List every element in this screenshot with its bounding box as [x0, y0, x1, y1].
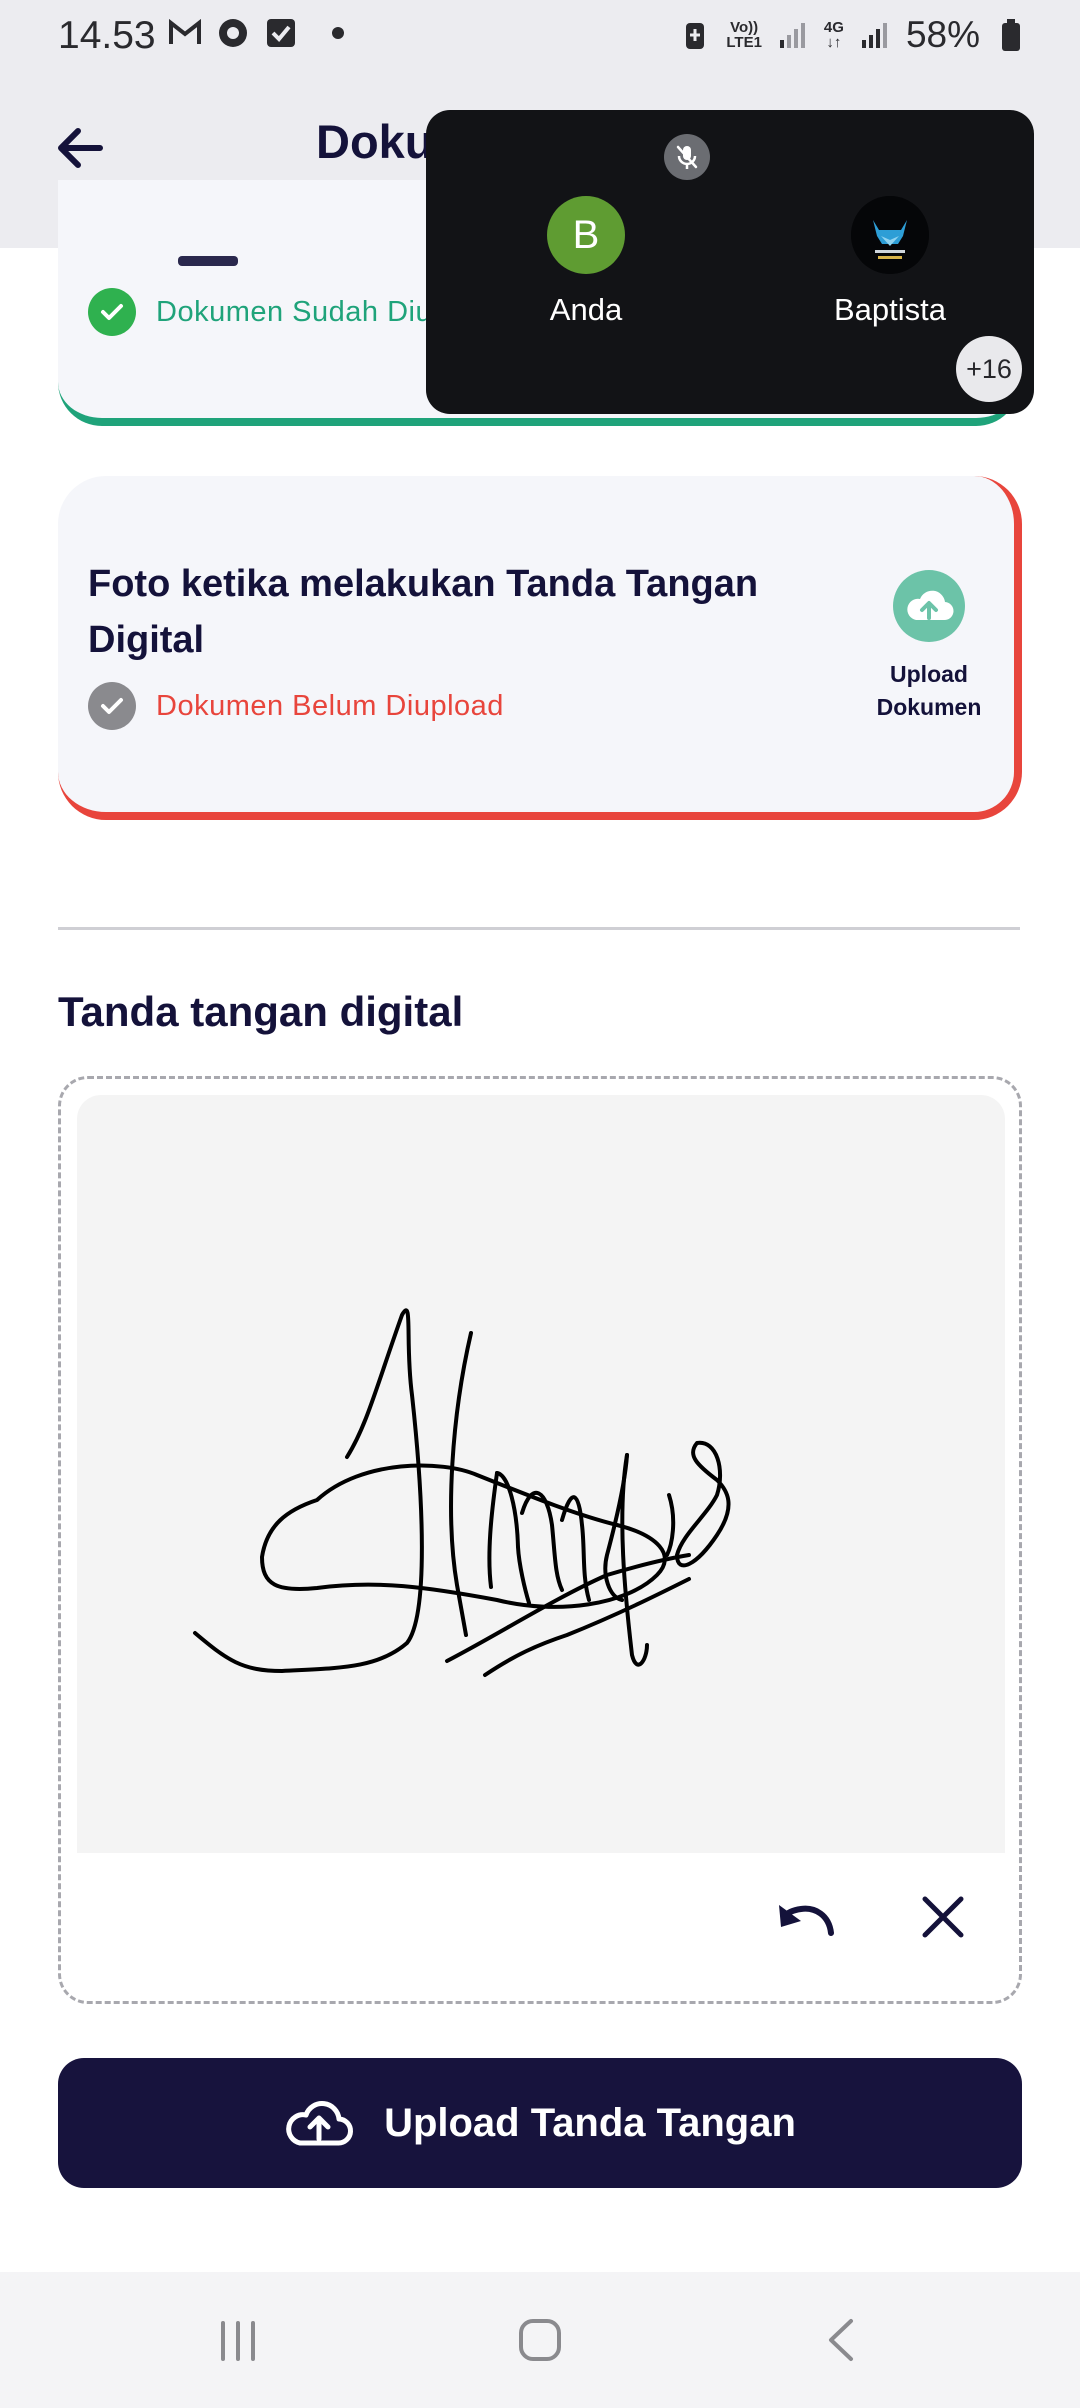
back-nav-button[interactable]	[812, 2310, 872, 2370]
cloud-upload-icon	[286, 2101, 354, 2146]
wolf-logo-icon	[851, 196, 929, 274]
call-overlay[interactable]: B Anda Baptista +16	[426, 110, 1034, 414]
app-circle-icon	[216, 16, 250, 50]
checkbox-app-icon	[264, 16, 298, 50]
more-participants-badge[interactable]: +16	[956, 336, 1022, 402]
upload-document-button[interactable]: Upload Dokumen	[864, 570, 994, 724]
undo-icon	[779, 1905, 834, 1936]
participant-name: Anda	[549, 292, 623, 327]
mic-off-button[interactable]	[664, 134, 710, 180]
participant-you[interactable]: B Anda	[476, 196, 696, 328]
upload-signature-label: Upload Tanda Tangan	[384, 2100, 796, 2145]
undo-button[interactable]	[771, 1887, 841, 1947]
recent-apps-button[interactable]	[208, 2310, 268, 2370]
signature-pad-container	[58, 1076, 1022, 2004]
upload-signature-button[interactable]: Upload Tanda Tangan	[58, 2058, 1022, 2188]
clear-signature-button[interactable]	[913, 1887, 973, 1947]
avatar	[851, 196, 929, 274]
upload-document-label: Upload Dokumen	[876, 661, 982, 720]
participant-name: Baptista	[833, 292, 946, 327]
gmail-icon	[168, 16, 202, 50]
battery-percent: 58%	[905, 14, 980, 55]
signal-2-icon	[858, 18, 892, 52]
system-navigation-bar	[0, 2272, 1080, 2408]
section-divider	[58, 927, 1020, 930]
mic-off-icon	[676, 145, 698, 169]
back-button[interactable]	[50, 118, 110, 178]
status-time: 14.53	[58, 14, 156, 57]
notification-icons	[168, 16, 344, 50]
volte-indicator: Vo)) LTE1	[726, 20, 762, 50]
system-icons: Vo)) LTE1 4G ↓↑ 58%	[678, 14, 1028, 56]
more-notifications-dot-icon	[332, 27, 344, 39]
home-button[interactable]	[510, 2310, 570, 2370]
check-circle-icon	[88, 288, 136, 336]
check-circle-icon	[88, 682, 136, 730]
battery-saver-icon	[678, 18, 712, 52]
data-arrows-label: ↓↑	[826, 34, 842, 51]
home-icon	[519, 2319, 561, 2361]
signature-drawing	[193, 1308, 731, 1677]
recent-apps-icon	[221, 2321, 255, 2361]
card-title-partial	[178, 256, 238, 266]
document-title: Foto ketika melakukan Tanda Tangan Digit…	[88, 563, 759, 661]
chevron-left-icon	[829, 2319, 853, 2361]
lte-label: LTE1	[726, 34, 762, 51]
signature-canvas[interactable]	[77, 1095, 1005, 1853]
signal-icon	[776, 18, 810, 52]
close-icon	[922, 1896, 964, 1938]
document-status: Dokumen Belum Diupload	[156, 689, 504, 722]
data-indicator: 4G ↓↑	[824, 20, 844, 50]
battery-icon	[994, 18, 1028, 52]
participant-baptista[interactable]: Baptista	[780, 196, 1000, 328]
arrow-left-icon	[58, 128, 103, 168]
cloud-upload-icon	[893, 570, 965, 642]
status-bar: 14.53 Vo)) LTE1 4G ↓↑ 58%	[0, 0, 1080, 74]
document-card-pending: Foto ketika melakukan Tanda Tangan Digit…	[58, 476, 1022, 820]
document-status-row: Dokumen Belum Diupload	[88, 682, 504, 730]
avatar: B	[547, 196, 625, 274]
signature-heading: Tanda tangan digital	[58, 988, 464, 1035]
